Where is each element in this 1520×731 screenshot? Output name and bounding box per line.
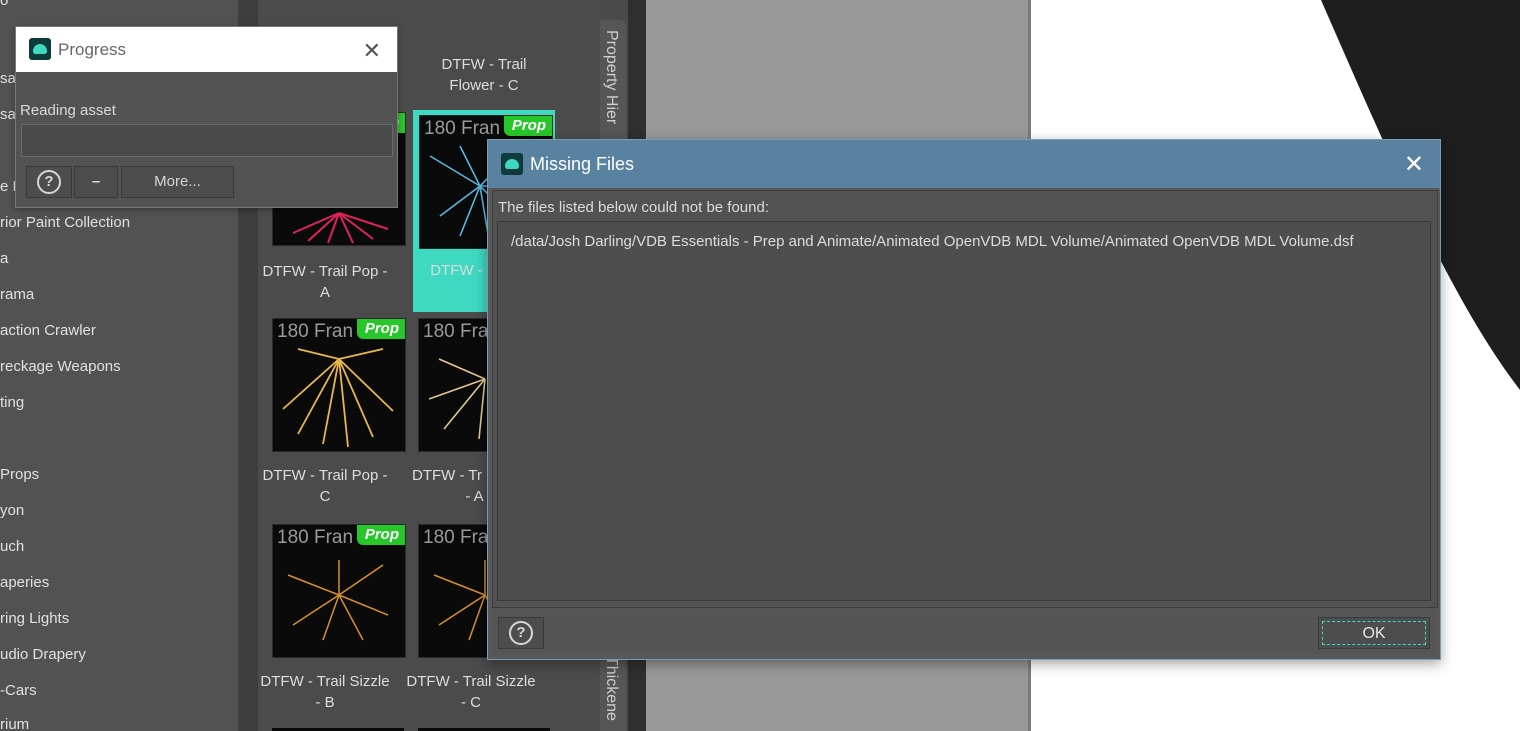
prop-badge: Prop [503, 116, 552, 136]
category-item[interactable]: aperies [0, 574, 49, 591]
more-button[interactable]: More... [121, 166, 234, 198]
asset-label: DTFW - Tr - A [412, 467, 484, 505]
missing-files-title-bar[interactable]: Missing Files ✕ [488, 140, 1440, 188]
category-item[interactable]: Props [0, 466, 39, 483]
list-item[interactable]: /data/Josh Darling/VDB Essentials - Prep… [511, 233, 1354, 250]
asset-label: DTFW - Trail Sizzle - B [260, 673, 390, 711]
missing-files-dialog: Missing Files ✕ The files listed below c… [487, 139, 1441, 660]
category-item[interactable]: a [0, 250, 8, 267]
dialog-title: Progress [58, 40, 127, 59]
asset-label: DTFW - Trail Sizzle - C [406, 673, 536, 711]
asset-thumbnail: 180 Fran Prop [272, 318, 406, 452]
dialog-body: The files listed below could not be foun… [492, 190, 1438, 608]
category-item[interactable]: udio Drapery [0, 646, 86, 663]
prop-badge: Prop [356, 319, 405, 339]
asset-tile[interactable]: 180 Fran Prop DTFW - Trail Sizzle - B [258, 524, 406, 724]
missing-files-list[interactable]: /data/Josh Darling/VDB Essentials - Prep… [497, 221, 1431, 601]
app-icon [29, 38, 51, 60]
minimize-button[interactable]: – [74, 166, 118, 198]
category-item[interactable]: o [0, 0, 8, 9]
asset-thumbnail: 180 Fran Prop [272, 524, 406, 658]
category-item[interactable]: ting [0, 394, 24, 411]
missing-files-message: The files listed below could not be foun… [498, 199, 770, 216]
category-item[interactable]: yon [0, 502, 24, 519]
category-item[interactable]: rama [0, 286, 34, 303]
app-icon [501, 153, 523, 175]
asset-label: DTFW - Trail Pop -A [262, 263, 388, 301]
asset-label: DTFW - Trail Flower - C [441, 56, 527, 94]
help-button[interactable]: ? [26, 166, 72, 198]
progress-bar [21, 124, 393, 157]
frames-label: 180 Fran [277, 321, 354, 342]
dialog-footer: ? OK [492, 609, 1436, 654]
category-item[interactable]: rior Paint Collection [0, 214, 130, 231]
dialog-title: Missing Files [530, 154, 635, 174]
help-icon: ? [509, 621, 533, 645]
category-item[interactable]: -Cars [0, 682, 37, 699]
asset-tile[interactable] [404, 0, 544, 40]
close-icon[interactable]: ✕ [1404, 150, 1424, 179]
category-item[interactable]: action Crawler [0, 322, 96, 339]
tab-label: Thickene [603, 656, 620, 721]
frames-label: 180 Fran [424, 118, 501, 139]
close-icon[interactable]: ✕ [363, 38, 381, 64]
help-button[interactable]: ? [498, 617, 544, 649]
help-icon: ? [37, 170, 61, 194]
prop-badge: Prop [356, 525, 405, 545]
tab-label: Property Hier [603, 30, 620, 125]
frames-label: 180 Fran [277, 527, 354, 548]
asset-label: DTFW - Trail Pop -C [262, 467, 388, 505]
category-item[interactable]: ring Lights [0, 610, 69, 627]
ok-button-label: OK [1322, 621, 1426, 645]
progress-dialog: Progress ✕ Reading asset ? – More... [15, 26, 398, 208]
category-item[interactable]: rium [0, 716, 29, 731]
asset-tile[interactable]: 180 Fran Prop DTFW - Trail Pop -C [258, 318, 406, 518]
ok-button[interactable]: OK [1318, 617, 1430, 649]
category-item[interactable]: sa [0, 70, 16, 87]
category-item[interactable]: sa [0, 106, 16, 123]
progress-status-text: Reading asset [20, 102, 116, 119]
category-item[interactable]: uch [0, 538, 24, 555]
category-item[interactable]: reckage Weapons [0, 358, 121, 375]
progress-title-bar[interactable]: Progress ✕ [16, 27, 397, 72]
